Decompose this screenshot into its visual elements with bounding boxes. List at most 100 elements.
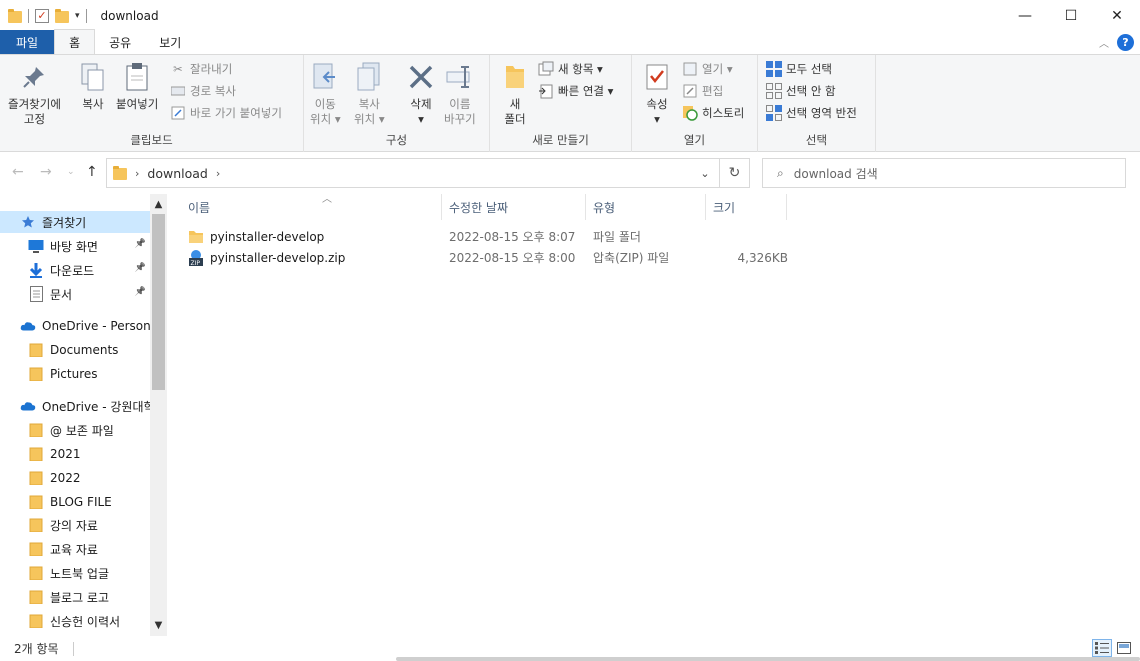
chevron-right-icon[interactable]: › bbox=[216, 167, 220, 180]
properties-icon[interactable]: ✓ bbox=[35, 8, 49, 23]
up-arrow-icon[interactable]: ↑ bbox=[86, 164, 98, 180]
open-button[interactable]: 열기 ▾ bbox=[682, 59, 733, 79]
nav-item[interactable]: 2022 bbox=[0, 467, 150, 489]
minimize-button[interactable]: — bbox=[1002, 0, 1048, 31]
close-button[interactable]: ✕ bbox=[1094, 0, 1140, 31]
recent-locations-icon[interactable]: ⌄ bbox=[67, 167, 75, 177]
nav-item[interactable]: 즐겨찾기 bbox=[0, 211, 150, 233]
scroll-up-icon[interactable]: ▲ bbox=[150, 196, 167, 213]
maximize-button[interactable]: ☐ bbox=[1048, 0, 1094, 31]
details-view-icon[interactable] bbox=[1092, 639, 1112, 657]
collapse-ribbon-icon[interactable]: ︿ bbox=[1099, 35, 1109, 50]
column-type[interactable]: 유형 bbox=[587, 194, 706, 220]
sort-up-icon: ︿ bbox=[322, 194, 332, 205]
tab-share[interactable]: 공유 bbox=[95, 30, 145, 54]
back-arrow-icon[interactable]: ← bbox=[12, 164, 24, 180]
pin-icon[interactable]: 📌 bbox=[135, 287, 146, 297]
nav-item[interactable]: Pictures bbox=[0, 363, 150, 385]
file-row[interactable]: pyinstaller-develop 2022-08-15 오후 8:07 파일 … bbox=[182, 226, 788, 247]
tab-view[interactable]: 보기 bbox=[145, 30, 195, 54]
nav-item[interactable]: 신승헌 이력서 bbox=[0, 610, 150, 632]
easy-access-button[interactable]: 빠른 연결 ▾ bbox=[538, 81, 613, 101]
new-folder-icon[interactable] bbox=[55, 8, 69, 23]
nav-item[interactable]: 노트북 업글 bbox=[0, 562, 150, 584]
scroll-down-icon[interactable]: ▼ bbox=[150, 617, 167, 634]
folder-icon bbox=[28, 589, 44, 605]
copy-to-button[interactable]: 복사 위치 ▾ bbox=[354, 61, 385, 127]
scissors-icon: ✂ bbox=[173, 62, 183, 76]
folder-icon[interactable] bbox=[8, 8, 22, 23]
column-type-label: 유형 bbox=[593, 200, 616, 215]
help-icon[interactable]: ? bbox=[1117, 34, 1134, 51]
nav-item[interactable]: OneDrive - 강원대학 bbox=[0, 395, 150, 417]
tab-home[interactable]: 홈 bbox=[54, 29, 96, 54]
column-size-label: 크기 bbox=[713, 200, 736, 215]
nav-item[interactable]: 블로그 로고 bbox=[0, 586, 150, 608]
edit-button[interactable]: 편집 bbox=[682, 81, 723, 101]
paste-button[interactable]: 붙여넣기 bbox=[116, 61, 158, 112]
new-folder-icon bbox=[500, 61, 530, 93]
move-to-button[interactable]: 이동 위치 ▾ bbox=[310, 61, 341, 127]
pin-icon[interactable]: 📌 bbox=[135, 239, 146, 249]
pin-label: 즐겨찾기에 고정 bbox=[8, 97, 61, 126]
pin-icon[interactable]: 📌 bbox=[135, 263, 146, 273]
column-size[interactable]: 크기 bbox=[707, 194, 787, 220]
delete-x-icon bbox=[406, 61, 436, 93]
horizontal-scrollbar[interactable] bbox=[396, 657, 1140, 661]
refresh-icon[interactable]: ↻ bbox=[719, 159, 749, 187]
paste-shortcut-label: 바로 가기 붙여넣기 bbox=[190, 106, 282, 120]
nav-item[interactable]: 교육 자료 bbox=[0, 538, 150, 560]
nav-item[interactable]: OneDrive - Persona bbox=[0, 315, 150, 337]
select-all-label: 모두 선택 bbox=[786, 62, 832, 76]
folder-icon bbox=[28, 613, 44, 629]
nav-item[interactable]: BLOG FILE bbox=[0, 491, 150, 513]
invert-selection-button[interactable]: 선택 영역 반전 bbox=[766, 103, 857, 123]
folder-icon bbox=[28, 422, 44, 438]
breadcrumb-download[interactable]: download bbox=[147, 166, 207, 181]
search-box[interactable]: ⌕ download 검색 bbox=[762, 158, 1126, 188]
nav-item[interactable]: Documents bbox=[0, 339, 150, 361]
nav-item[interactable]: @ 보존 파일 bbox=[0, 419, 150, 441]
nav-item[interactable]: 다운로드 📌 bbox=[0, 259, 150, 281]
file-list: 이름 ︿ 수정한 날짜 유형 크기 pyinstaller-develop 202… bbox=[168, 194, 1140, 636]
new-item-button[interactable]: 새 항목 ▾ bbox=[538, 59, 603, 79]
address-dropdown-icon[interactable]: ⌄ bbox=[691, 167, 719, 180]
paste-shortcut-button[interactable]: 바로 가기 붙여넣기 bbox=[170, 103, 282, 123]
easy-access-label: 빠른 연결 ▾ bbox=[558, 84, 614, 98]
pin-icon bbox=[19, 61, 49, 93]
document-icon bbox=[28, 286, 44, 302]
column-name[interactable]: 이름 ︿ bbox=[182, 194, 442, 220]
window-title: download bbox=[100, 8, 159, 23]
delete-button[interactable]: 삭제 ▾ bbox=[406, 61, 436, 127]
history-button[interactable]: 히스토리 bbox=[682, 103, 744, 123]
tab-file[interactable]: 파일 bbox=[0, 30, 55, 54]
chevron-right-icon[interactable]: › bbox=[135, 167, 139, 180]
star-icon bbox=[20, 214, 36, 230]
copy-path-button[interactable]: 경로 복사 bbox=[170, 81, 236, 101]
file-row[interactable]: ZIP pyinstaller-develop.zip 2022-08-15 오후 … bbox=[182, 247, 788, 268]
new-folder-button[interactable]: 새 폴더 bbox=[500, 61, 530, 127]
rename-button[interactable]: 이름 바꾸기 bbox=[444, 61, 476, 127]
scroll-thumb[interactable] bbox=[152, 214, 165, 390]
forward-arrow-icon[interactable]: → bbox=[40, 164, 52, 180]
column-date[interactable]: 수정한 날짜 bbox=[443, 194, 586, 220]
nav-item[interactable]: 강의 자료 bbox=[0, 514, 150, 536]
copy-button[interactable]: 복사 bbox=[78, 61, 108, 112]
nav-item[interactable]: 2021 bbox=[0, 443, 150, 465]
customize-toolbar-icon[interactable]: ▾ bbox=[75, 11, 80, 21]
nav-item[interactable]: 문서 📌 bbox=[0, 283, 150, 305]
properties-button[interactable]: 속성 ▾ bbox=[642, 61, 672, 127]
title-bar: ✓ ▾ download — ☐ ✕ bbox=[0, 0, 1140, 31]
large-icons-view-icon[interactable] bbox=[1114, 639, 1134, 657]
nav-item[interactable]: 바탕 화면 📌 bbox=[0, 235, 150, 257]
history-icon bbox=[682, 105, 698, 121]
folder-icon bbox=[28, 366, 44, 382]
pin-to-quick-access-button[interactable]: 즐겨찾기에 고정 bbox=[8, 61, 61, 127]
select-none-button[interactable]: 선택 안 함 bbox=[766, 81, 836, 101]
item-count: 2개 항목 bbox=[14, 642, 59, 656]
select-all-button[interactable]: 모두 선택 bbox=[766, 59, 832, 79]
nav-scrollbar[interactable]: ▲ ▼ bbox=[150, 194, 167, 636]
address-bar[interactable]: › download › ⌄ ↻ bbox=[106, 158, 750, 188]
cut-button[interactable]: ✂ 잘라내기 bbox=[170, 59, 232, 79]
zip-icon: ZIP bbox=[188, 249, 204, 266]
